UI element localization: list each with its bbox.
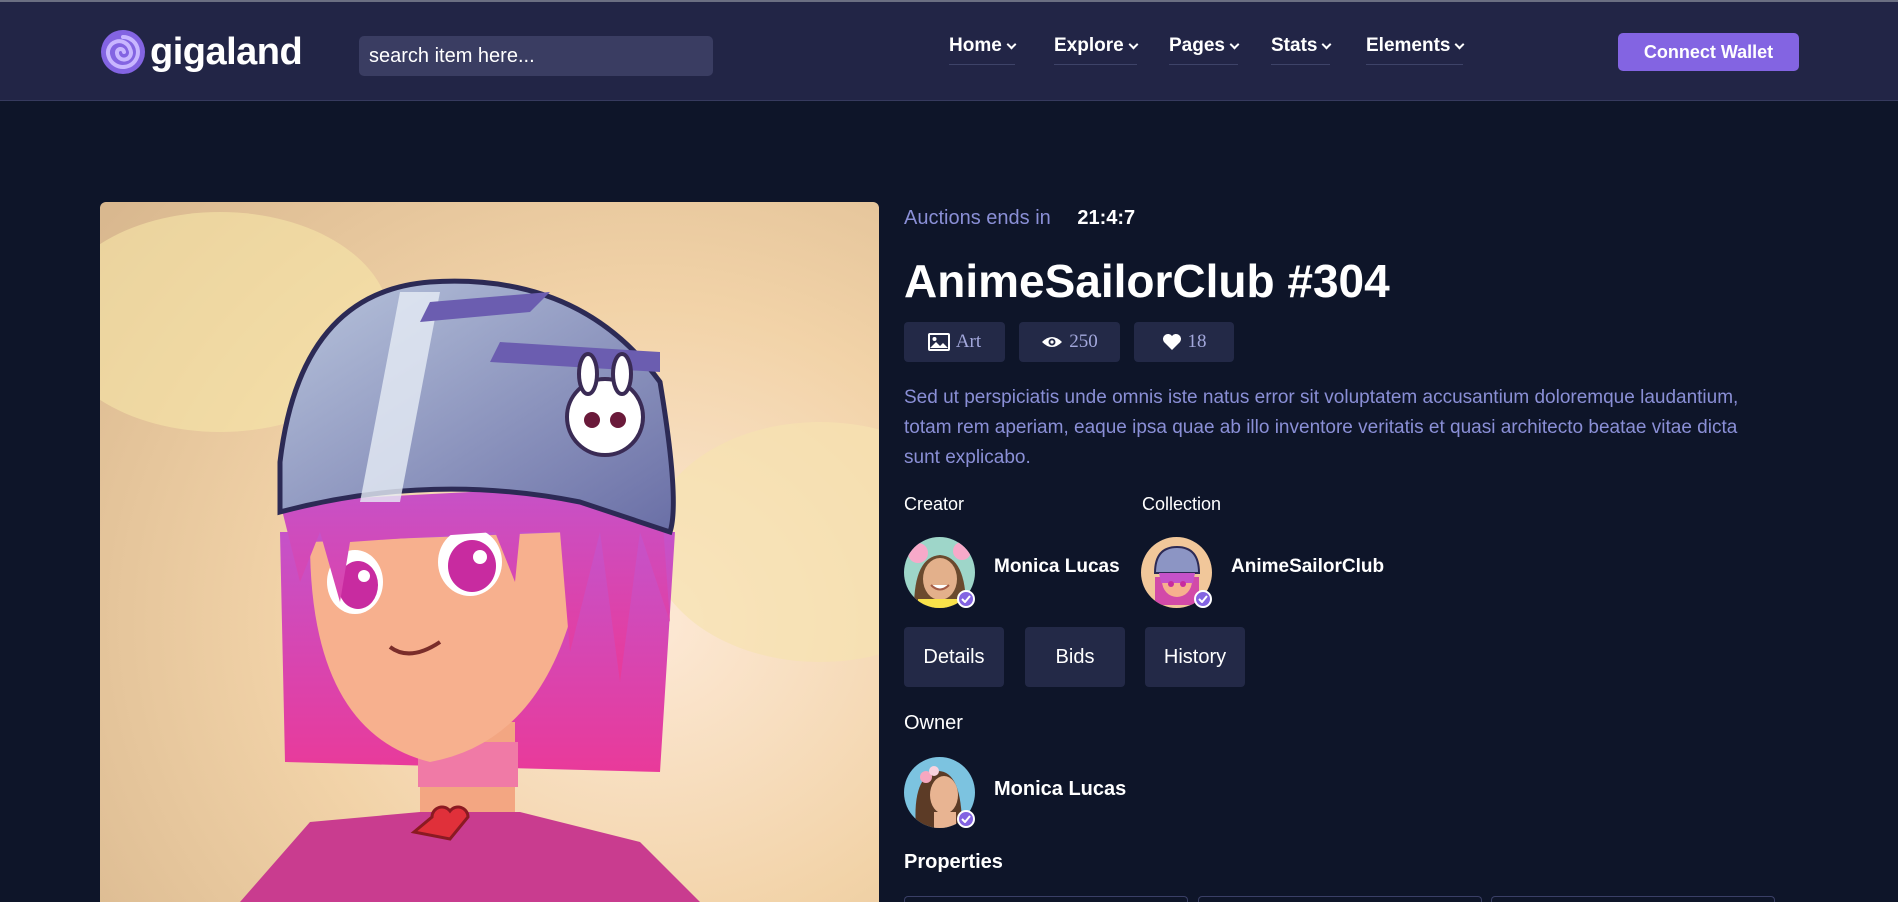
nav-pages-label: Pages <box>1169 35 1225 56</box>
nav-elements-label: Elements <box>1366 35 1451 56</box>
image-icon <box>927 333 950 351</box>
tab-details[interactable]: Details <box>904 627 1004 687</box>
owner-avatar[interactable] <box>904 757 975 828</box>
connect-wallet-button[interactable]: Connect Wallet <box>1618 33 1799 71</box>
chevron-down-icon <box>1128 39 1139 49</box>
auction-time: 21:4:7 <box>1077 207 1136 229</box>
verified-badge-icon <box>1194 590 1212 608</box>
item-title: AnimeSailorClub #304 <box>904 255 1390 307</box>
nft-artwork-image <box>100 202 879 902</box>
nav-home[interactable]: Home <box>949 35 1017 65</box>
nav-explore-label: Explore <box>1054 35 1124 56</box>
search-input[interactable] <box>359 36 713 76</box>
auction-label: Auctions ends in <box>904 207 1051 229</box>
site-header: gigaland Home Explore Pages Stats Elemen… <box>0 2 1898 101</box>
verified-badge-icon <box>957 590 975 608</box>
collection-avatar[interactable] <box>1141 537 1212 608</box>
chevron-down-icon <box>1006 39 1017 49</box>
heart-icon <box>1162 334 1181 350</box>
logo-text: gigaland <box>150 30 303 73</box>
creator-avatar[interactable] <box>904 537 975 608</box>
nav-home-label: Home <box>949 35 1002 56</box>
tag-likes[interactable]: 18 <box>1134 322 1234 362</box>
verified-badge-icon <box>957 810 975 828</box>
tag-category-label: Art <box>955 331 982 352</box>
nav-explore[interactable]: Explore <box>1054 35 1139 65</box>
collection-heading: Collection <box>1142 494 1222 514</box>
properties-heading: Properties <box>904 851 1003 873</box>
owner-heading: Owner <box>904 712 963 734</box>
property-card <box>904 896 1188 902</box>
nav-pages[interactable]: Pages <box>1169 35 1240 65</box>
tag-category[interactable]: Art <box>904 322 1005 362</box>
logo[interactable]: gigaland <box>100 29 303 75</box>
nav-stats[interactable]: Stats <box>1271 35 1332 65</box>
creator-name[interactable]: Monica Lucas <box>994 556 1120 578</box>
tag-views: 250 <box>1019 322 1120 362</box>
item-description: Sed ut perspiciatis unde omnis iste natu… <box>904 387 1739 468</box>
chevron-down-icon <box>1455 39 1465 49</box>
tab-history[interactable]: History <box>1145 627 1245 687</box>
property-card <box>1198 896 1482 902</box>
chevron-down-icon <box>1229 39 1240 49</box>
tab-bids[interactable]: Bids <box>1025 627 1125 687</box>
spiral-logo-icon <box>101 30 145 74</box>
nav-elements[interactable]: Elements <box>1366 35 1465 65</box>
tag-likes-count: 18 <box>1187 331 1207 352</box>
eye-icon <box>1042 337 1063 347</box>
creator-heading: Creator <box>904 494 965 514</box>
auction-countdown: Auctions ends in 21:4:7 <box>904 207 1135 230</box>
chevron-down-icon <box>1322 39 1332 49</box>
owner-name[interactable]: Monica Lucas <box>994 778 1126 801</box>
tag-views-count: 250 <box>1069 331 1098 352</box>
nav-stats-label: Stats <box>1271 35 1318 56</box>
property-card <box>1491 896 1775 902</box>
collection-name[interactable]: AnimeSailorClub <box>1231 556 1384 578</box>
